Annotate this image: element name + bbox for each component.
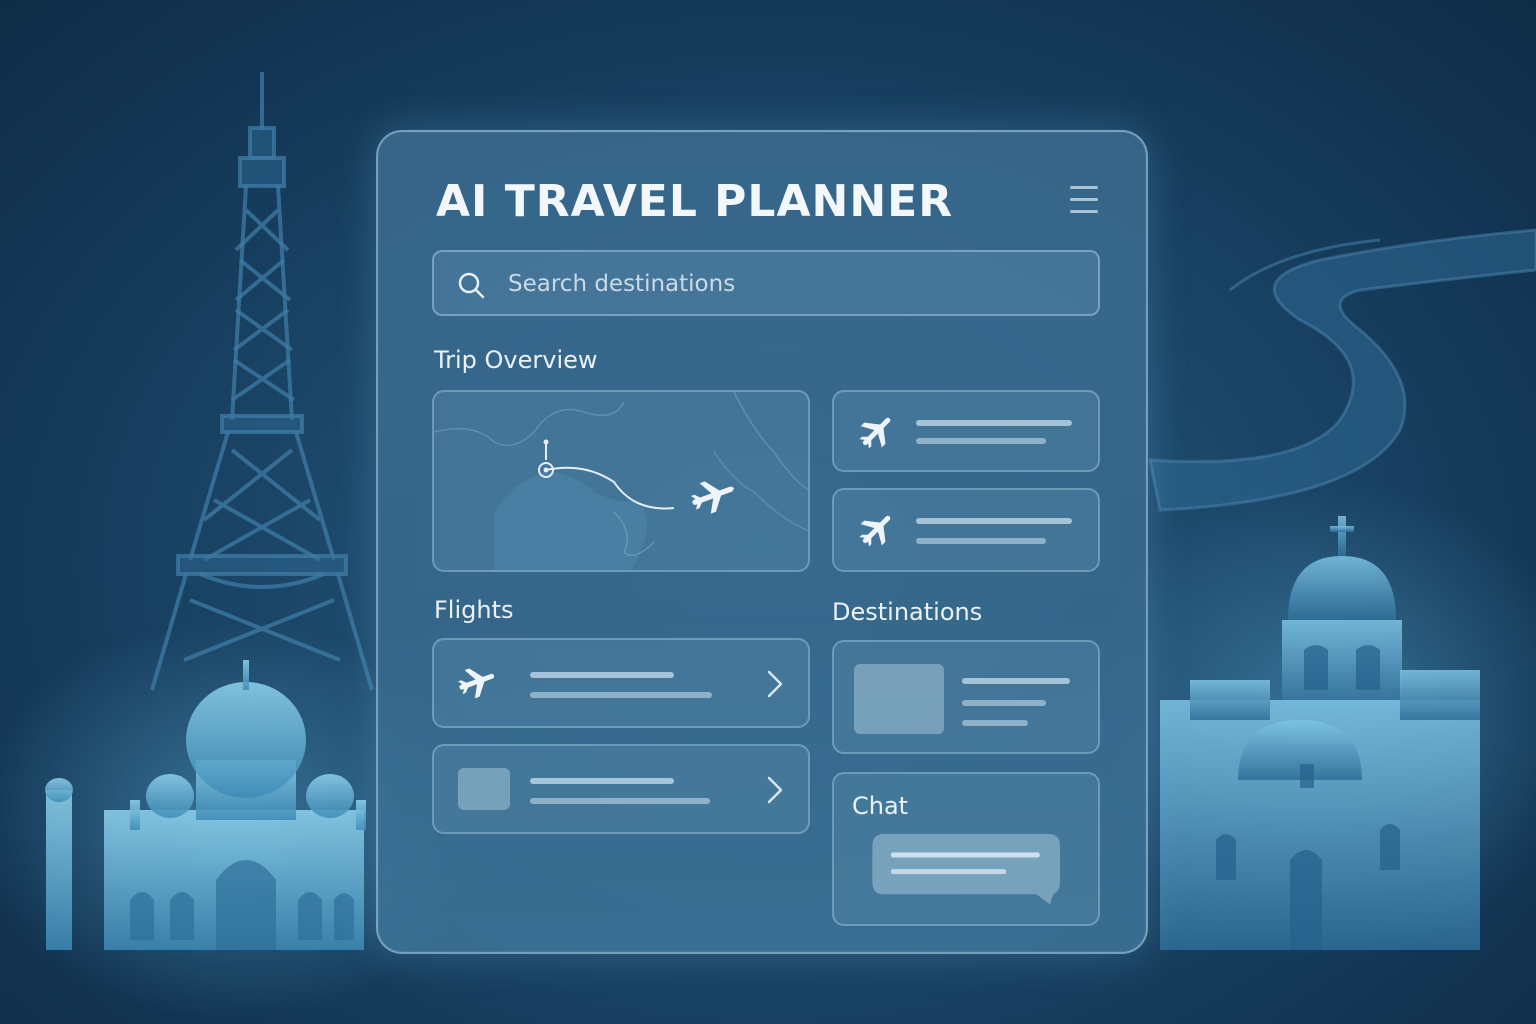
airplane-icon — [859, 417, 891, 449]
placeholder-line — [916, 438, 1046, 444]
airplane-icon — [859, 515, 891, 547]
eiffel-tower-art — [150, 72, 374, 691]
placeholder-line — [916, 518, 1072, 524]
overview-flight-card-2[interactable] — [832, 488, 1100, 572]
placeholder-line — [962, 678, 1070, 684]
flight-list-item-2[interactable] — [432, 744, 810, 834]
placeholder-line — [962, 720, 1028, 726]
placeholder-line — [916, 538, 1046, 544]
chevron-right-icon[interactable] — [764, 774, 786, 806]
destinations-heading: Destinations — [832, 598, 983, 626]
placeholder-line — [962, 700, 1046, 706]
flight-list-item-1[interactable] — [432, 638, 810, 728]
chat-card[interactable]: Chat — [832, 772, 1100, 926]
map-pin-icon — [538, 439, 554, 478]
map-airplane-icon — [690, 481, 735, 514]
placeholder-line — [916, 420, 1072, 426]
flights-heading: Flights — [434, 596, 514, 624]
placeholder-line — [530, 778, 674, 784]
placeholder-line — [530, 672, 674, 678]
placeholder-line — [530, 692, 712, 698]
destination-thumbnail — [854, 664, 944, 734]
app-title: AI TRAVEL PLANNER — [436, 176, 954, 227]
thumbnail-placeholder — [458, 768, 510, 810]
travel-planner-panel: AI TRAVEL PLANNER Trip Overview — [376, 130, 1148, 954]
chat-heading: Chat — [852, 792, 909, 820]
search-icon[interactable] — [456, 270, 486, 300]
placeholder-line — [530, 798, 710, 804]
hamburger-menu-icon[interactable] — [1070, 186, 1100, 216]
overview-flight-card-1[interactable] — [832, 390, 1100, 472]
great-wall-art — [1148, 228, 1536, 512]
search-input[interactable] — [506, 252, 1090, 316]
airplane-icon — [458, 668, 495, 699]
trip-map[interactable] — [432, 390, 810, 572]
search-bar — [432, 250, 1100, 316]
chevron-right-icon[interactable] — [764, 668, 786, 700]
chat-message-bubble — [872, 834, 1060, 905]
map-illustration — [434, 392, 808, 570]
trip-overview-heading: Trip Overview — [434, 346, 598, 374]
destination-card[interactable] — [832, 640, 1100, 754]
